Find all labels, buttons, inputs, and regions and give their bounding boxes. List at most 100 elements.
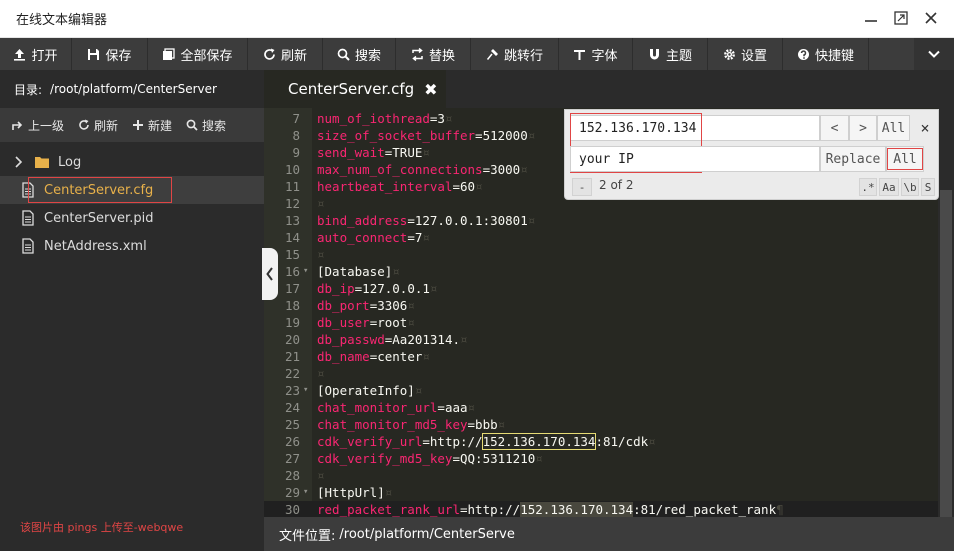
section-header: [HttpUrl] — [317, 485, 385, 500]
code-line[interactable]: 21 db_name=center¤ — [264, 348, 938, 365]
code-line[interactable]: 17 db_ip=127.0.0.1¤ — [264, 280, 938, 297]
code-text: ¤ — [317, 365, 325, 382]
editor-tab-bar: CenterServer.cfg ✖ — [264, 70, 954, 108]
sidebar-refresh-button[interactable]: 刷新 — [78, 117, 118, 134]
code-line[interactable]: 24 chat_monitor_url=aaa¤ — [264, 399, 938, 416]
save-button[interactable]: 保存 — [72, 38, 148, 70]
config-value: TRUE — [392, 145, 423, 160]
toolbar-more-button[interactable] — [914, 38, 954, 70]
tree-file-centerserver-pid[interactable]: CenterServer.pid — [0, 204, 264, 232]
window-title: 在线文本编辑器 — [16, 13, 108, 28]
line-number: 27 — [284, 451, 300, 466]
gear-icon — [723, 48, 736, 61]
directory-path: /root/platform/CenterServer — [50, 82, 217, 96]
tab-centerserver-cfg[interactable]: CenterServer.cfg ✖ — [264, 70, 446, 108]
eol-marker: ¤ — [317, 468, 325, 483]
replace-button[interactable]: Replace — [820, 146, 886, 172]
search-in-selection-toggle[interactable]: S — [921, 178, 935, 196]
eol-marker: ¤ — [317, 366, 325, 381]
fold-arrow-icon[interactable]: ▾ — [303, 263, 308, 280]
search-button[interactable]: 搜索 — [323, 38, 396, 70]
code-text: ¤ — [317, 467, 325, 484]
code-line[interactable]: 13 bind_address=127.0.0.1:30801¤ — [264, 212, 938, 229]
eol-marker: ¤ — [497, 417, 506, 432]
config-value: 60 — [460, 179, 476, 194]
font-button[interactable]: 字体 — [559, 38, 633, 70]
status-bar: 文件位置: /root/platform/CenterServe — [264, 517, 954, 551]
refresh-icon — [263, 48, 276, 61]
eol-marker: ¤ — [460, 332, 468, 347]
code-line[interactable]: 23 ▾ [OperateInfo]¤ — [264, 382, 938, 399]
code-text: auto_connect=7¤ — [317, 230, 430, 245]
replace-input[interactable]: your IP — [570, 146, 820, 172]
sidebar-search-button[interactable]: 搜索 — [186, 117, 226, 134]
save-all-button[interactable]: 全部保存 — [148, 38, 248, 70]
code-line[interactable]: 14 auto_connect=7¤ — [264, 229, 938, 246]
close-search-icon[interactable]: × — [915, 115, 935, 141]
config-value: root — [377, 315, 408, 330]
close-icon[interactable] — [922, 9, 940, 27]
config-key: db_name — [317, 349, 370, 364]
parent-dir-button[interactable]: 上一级 — [12, 117, 64, 134]
file-tree: Log CenterServer.cfg CenterServer.pid Ne… — [0, 142, 264, 260]
code-text: db_port=3306¤ — [317, 298, 415, 313]
window-controls — [862, 9, 940, 27]
code-line[interactable]: 28 ¤ — [264, 467, 938, 484]
fold-arrow-icon[interactable]: ▾ — [303, 484, 308, 501]
eol-marker: ¤ — [414, 383, 423, 398]
code-line[interactable]: 27 cdk_verify_md5_key=QQ:5311210¤ — [264, 450, 938, 467]
config-value: bbb — [475, 417, 498, 432]
eol-marker: ¤ — [422, 349, 430, 364]
refresh-button[interactable]: 刷新 — [248, 38, 323, 70]
goto-line-button[interactable]: 跳转行 — [471, 38, 559, 70]
eol-marker: ¤ — [520, 162, 528, 177]
chevron-right-icon[interactable] — [14, 156, 28, 168]
code-line[interactable]: 30 red_packet_rank_url=http://152.136.170… — [264, 501, 938, 517]
whole-word-toggle[interactable]: \b — [901, 178, 919, 196]
find-all-button[interactable]: All — [877, 115, 910, 141]
scroll-thumb[interactable] — [940, 190, 952, 517]
line-number: 24 — [284, 400, 300, 415]
editor-scrollbar[interactable] — [938, 108, 954, 517]
find-next-button[interactable]: > — [849, 115, 877, 141]
section-header: [Database] — [317, 264, 393, 279]
eol-marker: ¤ — [444, 111, 453, 126]
code-text: size_of_socket_buffer=512000¤ — [317, 128, 536, 143]
minimize-icon[interactable] — [862, 9, 880, 27]
config-value: 3306 — [377, 298, 408, 313]
config-key: chat_monitor_md5_key — [317, 417, 468, 432]
eol-marker: ¤ — [527, 128, 536, 143]
replace-button[interactable]: 替换 — [396, 38, 471, 70]
line-number: 21 — [284, 349, 300, 364]
tree-file-netaddress-xml[interactable]: NetAddress.xml — [0, 232, 264, 260]
code-line[interactable]: 15 ¤ — [264, 246, 938, 263]
find-prev-button[interactable]: < — [820, 115, 849, 141]
maximize-icon[interactable] — [892, 9, 910, 27]
open-button[interactable]: 打开 — [0, 38, 72, 70]
sidebar-collapse-handle[interactable] — [262, 248, 278, 300]
toggle-replace-button[interactable]: - — [572, 178, 592, 196]
case-sensitive-toggle[interactable]: Aa — [879, 178, 899, 196]
config-key: red_packet_rank_url — [317, 502, 460, 517]
tab-close-icon[interactable]: ✖ — [424, 80, 437, 99]
code-line[interactable]: 18 db_port=3306¤ — [264, 297, 938, 314]
settings-button[interactable]: 设置 — [708, 38, 783, 70]
shortcuts-button[interactable]: 快捷键 — [783, 38, 869, 70]
code-line[interactable]: 20 db_passwd=Aa201314.¤ — [264, 331, 938, 348]
tree-file-centerserver-cfg[interactable]: CenterServer.cfg — [0, 176, 264, 204]
code-line[interactable]: 19 db_user=root¤ — [264, 314, 938, 331]
fold-arrow-icon[interactable]: ▾ — [303, 382, 308, 399]
tree-folder-log[interactable]: Log — [0, 148, 264, 176]
code-line[interactable]: 26 cdk_verify_url=http://152.136.170.134:… — [264, 433, 938, 450]
regex-toggle[interactable]: .* — [859, 178, 877, 196]
folder-icon — [34, 154, 50, 170]
code-line[interactable]: 22 ¤ — [264, 365, 938, 382]
code-text: [HttpUrl]¤ — [317, 484, 392, 501]
theme-button[interactable]: 主题 — [633, 38, 708, 70]
match-count: 2 of 2 — [599, 178, 634, 192]
code-line[interactable]: 25 chat_monitor_md5_key=bbb¤ — [264, 416, 938, 433]
new-file-button[interactable]: 新建 — [132, 117, 172, 134]
eol-marker: ¤ — [384, 485, 393, 500]
code-line[interactable]: 16 ▾ [Database]¤ — [264, 263, 938, 280]
code-line[interactable]: 29 ▾ [HttpUrl]¤ — [264, 484, 938, 501]
